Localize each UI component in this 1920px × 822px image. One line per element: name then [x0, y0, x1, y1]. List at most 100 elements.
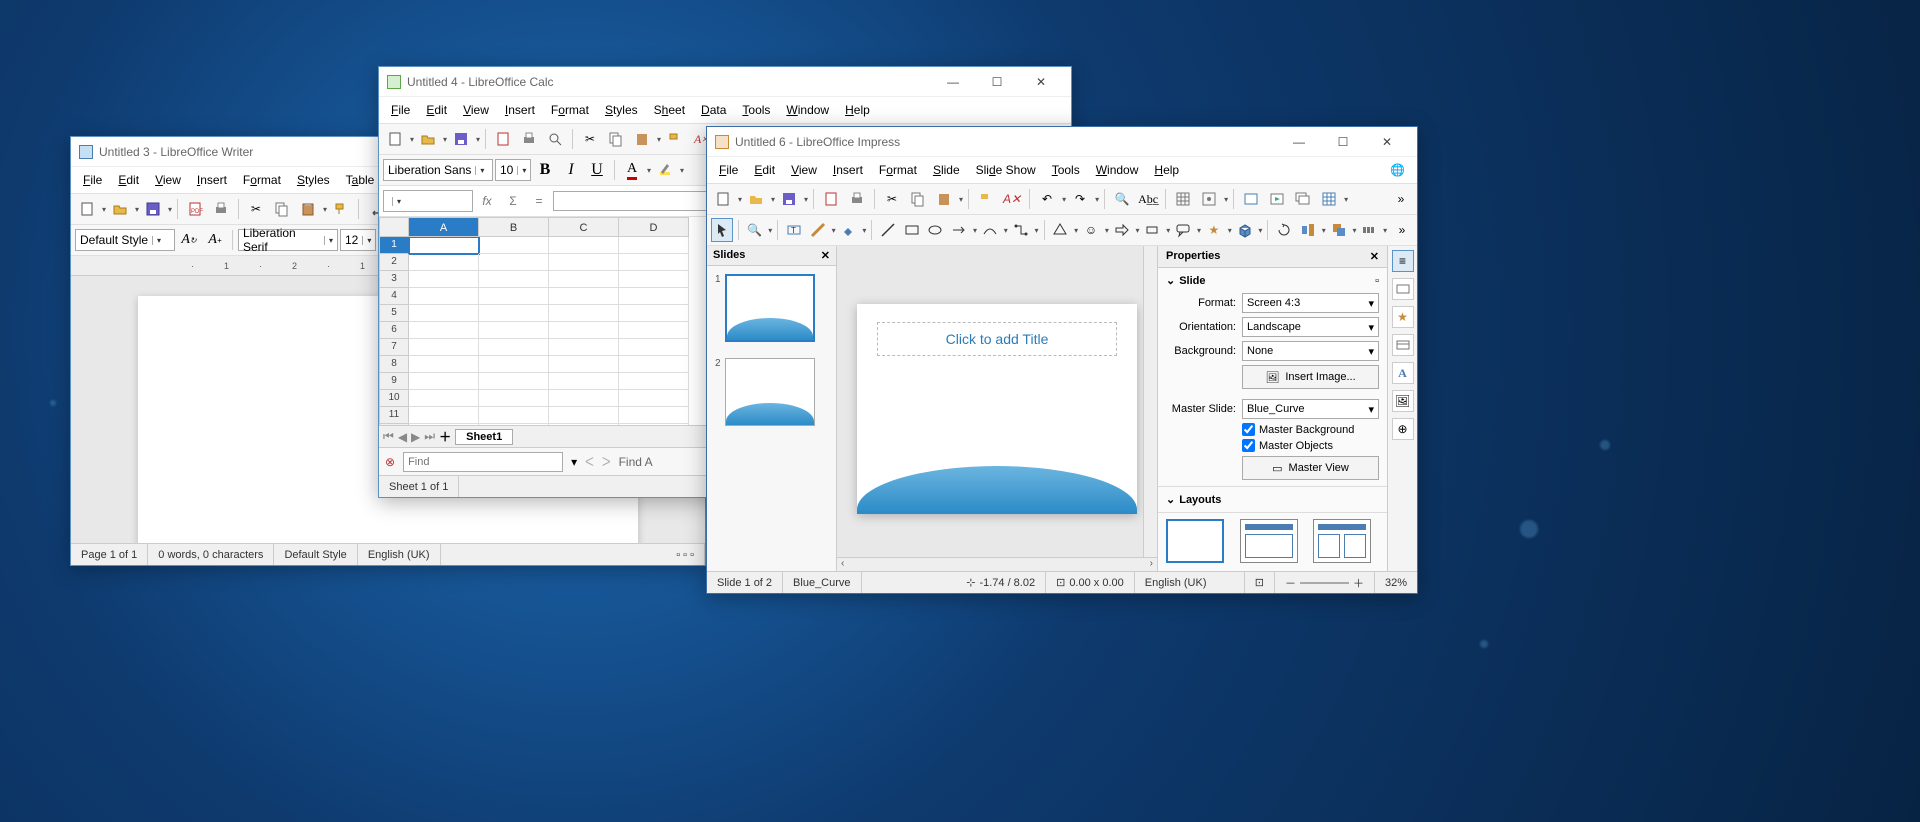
calc-row-5[interactable]: 5 [379, 305, 409, 322]
impress-menu-help[interactable]: Help [1146, 159, 1187, 181]
calc-cell-B10[interactable] [479, 390, 549, 407]
calc-menu-file[interactable]: File [383, 99, 418, 121]
calc-find-next[interactable]: ᐳ [602, 455, 611, 469]
impress-sidetab-styles[interactable]: A [1392, 362, 1414, 384]
calc-cell-C11[interactable] [549, 407, 619, 424]
impress-master-slide-select[interactable]: Blue_Curve▾ [1242, 399, 1379, 419]
impress-copy-button[interactable] [906, 187, 930, 211]
writer-status-page[interactable]: Page 1 of 1 [71, 544, 148, 565]
calc-find-all[interactable]: Find A [619, 455, 653, 469]
format-paint-button[interactable] [329, 197, 353, 221]
calc-titlebar[interactable]: Untitled 4 - LibreOffice Calc ― ☐ ✕ [379, 67, 1071, 97]
impress-undo-button[interactable]: ↶ [1035, 187, 1059, 211]
calc-cut-button[interactable]: ✂ [578, 127, 602, 151]
impress-open-button[interactable] [744, 187, 768, 211]
impress-slide-thumb-2[interactable]: 2 [715, 358, 828, 426]
impress-print-button[interactable] [845, 187, 869, 211]
calc-col-C[interactable]: C [549, 217, 619, 237]
writer-menu-view[interactable]: View [147, 169, 189, 191]
calc-select-all[interactable] [379, 217, 409, 237]
calc-minimize-button[interactable]: ― [931, 68, 975, 96]
calc-menu-window[interactable]: Window [778, 99, 837, 121]
calc-close-button[interactable]: ✕ [1019, 68, 1063, 96]
impress-layout-title-content[interactable] [1313, 519, 1371, 563]
impress-find-button[interactable]: 🔍 [1110, 187, 1134, 211]
impress-line-tool[interactable] [877, 218, 899, 242]
calc-preview-button[interactable] [543, 127, 567, 151]
calc-open-button[interactable] [416, 127, 440, 151]
impress-status-slide[interactable]: Slide 1 of 2 [707, 572, 783, 593]
calc-cell-B7[interactable] [479, 339, 549, 356]
impress-sidetab-navigator[interactable]: ⊕ [1392, 418, 1414, 440]
export-pdf-button[interactable]: PDF [183, 197, 207, 221]
calc-menu-styles[interactable]: Styles [597, 99, 646, 121]
calc-cell-C6[interactable] [549, 322, 619, 339]
impress-donate-icon[interactable]: 🌐 [1382, 159, 1413, 181]
impress-insert-image-button[interactable]: 🖼Insert Image... [1242, 365, 1379, 389]
impress-symbol-shapes-tool[interactable]: ☺ [1080, 218, 1102, 242]
calc-status-sheet[interactable]: Sheet 1 of 1 [379, 476, 459, 497]
writer-font-combo[interactable]: Liberation Serif▾ [238, 229, 338, 251]
impress-slide-more-icon[interactable]: ▫ [1375, 275, 1379, 287]
calc-pdf-button[interactable] [491, 127, 515, 151]
calc-cell-D10[interactable] [619, 390, 689, 407]
impress-sidetab-animation[interactable]: ★ [1392, 306, 1414, 328]
impress-table-button[interactable] [1317, 187, 1341, 211]
impress-zoom-tool[interactable]: 🔍 [744, 218, 766, 242]
new-button[interactable] [75, 197, 99, 221]
calc-cell-B6[interactable] [479, 322, 549, 339]
impress-rotate-tool[interactable] [1273, 218, 1295, 242]
impress-block-arrows-tool[interactable] [1111, 218, 1133, 242]
calc-highlight-button[interactable] [653, 158, 677, 182]
calc-cell-D6[interactable] [619, 322, 689, 339]
impress-spellcheck-button[interactable]: Ab̲c̲ [1136, 187, 1160, 211]
impress-master-bg-check[interactable] [1242, 423, 1255, 436]
impress-snap-button[interactable] [1197, 187, 1221, 211]
calc-row-1[interactable]: 1 [379, 237, 409, 254]
calc-cell-D7[interactable] [619, 339, 689, 356]
impress-basic-shapes-tool[interactable] [1049, 218, 1071, 242]
calc-cell-A5[interactable] [409, 305, 479, 322]
impress-menu-file[interactable]: File [711, 159, 746, 181]
impress-stars-tool[interactable]: ★ [1203, 218, 1225, 242]
writer-menu-table[interactable]: Table [338, 169, 383, 191]
save-button[interactable] [141, 197, 165, 221]
calc-find-prev[interactable]: ᐸ [585, 455, 594, 469]
calc-row-2[interactable]: 2 [379, 254, 409, 271]
calc-cell-D1[interactable] [619, 237, 689, 254]
impress-status-zoom[interactable]: 32% [1375, 572, 1417, 593]
calc-cell-A6[interactable] [409, 322, 479, 339]
calc-menu-format[interactable]: Format [543, 99, 597, 121]
calc-row-9[interactable]: 9 [379, 373, 409, 390]
impress-vscroll[interactable] [1143, 246, 1157, 557]
impress-connector-tool[interactable] [1010, 218, 1032, 242]
impress-start-current-button[interactable] [1291, 187, 1315, 211]
print-button[interactable] [209, 197, 233, 221]
writer-status-lang[interactable]: English (UK) [358, 544, 441, 565]
calc-sum-button[interactable]: Σ [501, 189, 525, 213]
calc-format-paint-button[interactable] [663, 127, 687, 151]
impress-start-first-button[interactable] [1265, 187, 1289, 211]
impress-cut-button[interactable]: ✂ [880, 187, 904, 211]
calc-menu-tools[interactable]: Tools [734, 99, 778, 121]
impress-sidetab-gallery[interactable]: 🖼 [1392, 390, 1414, 412]
writer-menu-format[interactable]: Format [235, 169, 289, 191]
impress-zoom-slider[interactable]: －＋ [1275, 572, 1375, 593]
calc-cell-C4[interactable] [549, 288, 619, 305]
calc-cell-A11[interactable] [409, 407, 479, 424]
impress-menu-slideshow[interactable]: Slide Show [968, 159, 1044, 181]
impress-drawing-more-button[interactable]: » [1391, 218, 1413, 242]
calc-cell-A9[interactable] [409, 373, 479, 390]
impress-slide-thumb-1[interactable]: 1 [715, 274, 828, 342]
calc-italic-button[interactable]: I [559, 158, 583, 182]
calc-menu-edit[interactable]: Edit [418, 99, 455, 121]
impress-align-tool[interactable] [1297, 218, 1319, 242]
calc-copy-button[interactable] [604, 127, 628, 151]
impress-status-size[interactable]: ⊡0.00 x 0.00 [1046, 572, 1135, 593]
impress-format-paint-button[interactable] [974, 187, 998, 211]
calc-cell-A3[interactable] [409, 271, 479, 288]
calc-cell-B8[interactable] [479, 356, 549, 373]
impress-new-button[interactable] [711, 187, 735, 211]
calc-menu-help[interactable]: Help [837, 99, 878, 121]
calc-name-box[interactable]: ▾ [383, 190, 473, 212]
